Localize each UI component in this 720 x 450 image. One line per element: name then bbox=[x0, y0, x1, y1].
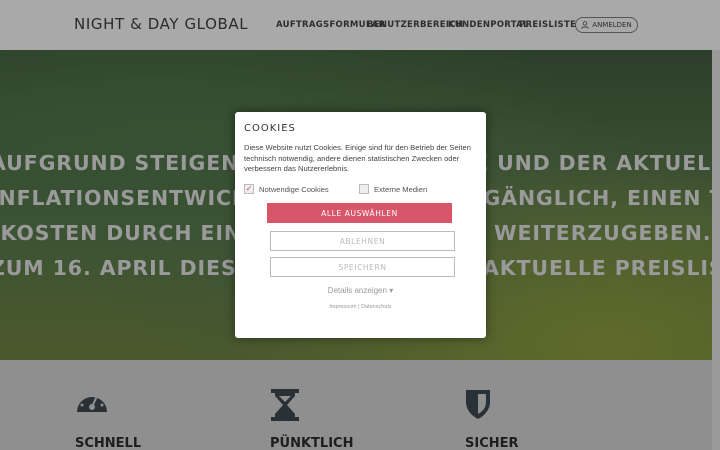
accept-all-button[interactable]: ALLE AUSWÄHLEN bbox=[267, 203, 452, 223]
decline-button[interactable]: ABLEHNEN bbox=[270, 231, 455, 251]
details-label: Details anzeigen bbox=[327, 286, 387, 295]
checkbox-box[interactable] bbox=[359, 184, 369, 194]
login-button[interactable]: ANMELDEN bbox=[575, 17, 638, 33]
cookie-title: COOKIES bbox=[244, 123, 296, 134]
feature-title: SCHNELL bbox=[75, 436, 142, 450]
site-logo[interactable]: NIGHT & DAY GLOBAL bbox=[74, 15, 248, 33]
datenschutz-link[interactable]: Datenschutz bbox=[361, 304, 392, 310]
scrollbar[interactable] bbox=[712, 50, 720, 450]
shield-icon bbox=[465, 388, 585, 420]
feature-schnell: SCHNELL bbox=[75, 388, 195, 450]
legal-separator: | bbox=[358, 304, 360, 310]
hourglass-icon bbox=[270, 388, 390, 422]
legal-links: Impressum | Datenschutz bbox=[235, 304, 486, 310]
checkbox-necessary-cookies[interactable]: ✓ Notwendige Cookies bbox=[244, 184, 329, 194]
feature-sicher: SICHER bbox=[465, 388, 585, 450]
checkbox-external-media[interactable]: Externe Medien bbox=[359, 184, 427, 194]
nav-preisliste[interactable]: PREISLISTE bbox=[519, 20, 576, 30]
feature-puenktlich: PÜNKTLICH bbox=[270, 388, 390, 450]
speedometer-icon bbox=[75, 388, 195, 414]
nav-kundenportal[interactable]: KUNDENPORTAL bbox=[448, 20, 529, 30]
cookie-description: Diese Website nutzt Cookies. Einige sind… bbox=[244, 143, 471, 173]
site-header: NIGHT & DAY GLOBAL AUFTRAGSFORMULAR BENU… bbox=[0, 0, 720, 50]
details-toggle[interactable]: Details anzeigen ▾ bbox=[235, 286, 486, 295]
login-label: ANMELDEN bbox=[592, 21, 632, 29]
cookie-dialog: COOKIES Diese Website nutzt Cookies. Ein… bbox=[235, 112, 486, 338]
checkmark-icon[interactable]: ✓ bbox=[244, 184, 254, 194]
chevron-down-icon: ▾ bbox=[389, 286, 394, 295]
checkbox-label: Externe Medien bbox=[374, 184, 428, 194]
features-section: SCHNELL PÜNKTLICH SICHER bbox=[0, 360, 720, 450]
user-icon bbox=[581, 21, 589, 29]
checkbox-label: Notwendige Cookies bbox=[259, 184, 329, 194]
impressum-link[interactable]: Impressum bbox=[329, 304, 356, 310]
feature-title: SICHER bbox=[465, 436, 519, 450]
feature-title: PÜNKTLICH bbox=[270, 436, 354, 450]
save-button[interactable]: SPEICHERN bbox=[270, 257, 455, 277]
